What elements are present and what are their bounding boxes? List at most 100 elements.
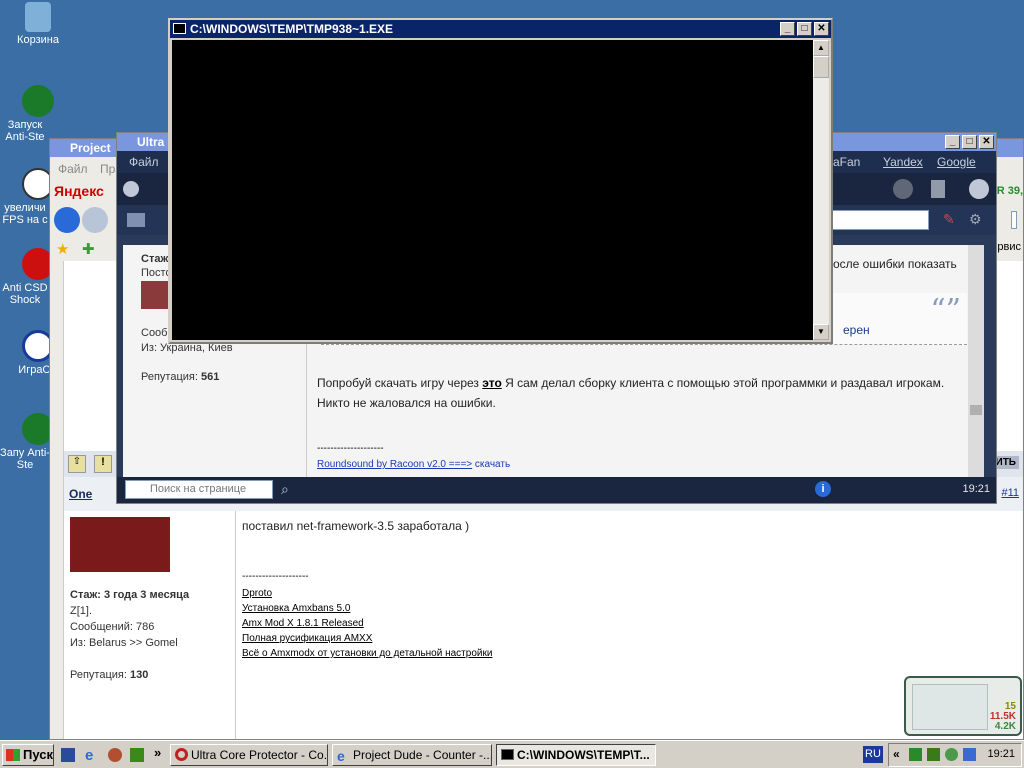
menu-item-yandex[interactable]: Yandex [883, 155, 923, 169]
console-titlebar[interactable]: C:\WINDOWS\TEMP\TMP938~1.EXE _ □ ✕ [170, 20, 831, 38]
menu-item-rafan[interactable]: raFan [829, 155, 860, 169]
tray-network-icon[interactable] [945, 748, 958, 761]
post-number[interactable]: #11 [1001, 487, 1019, 499]
recycle-bin-icon [25, 2, 51, 32]
ie-icon[interactable]: e [85, 747, 93, 764]
ucp-scrollbar[interactable] [968, 245, 984, 477]
history-icon[interactable] [969, 179, 989, 199]
sig-link[interactable]: Dproto [242, 586, 1012, 601]
scroll-down-button[interactable]: ▼ [813, 324, 829, 340]
task-project-dude[interactable]: e Project Dude - Counter -... [332, 744, 492, 766]
status-time: 19:21 [962, 483, 990, 495]
trash-icon[interactable] [931, 180, 945, 198]
start-label: Пуск [23, 747, 53, 762]
settings-icon[interactable]: ⚙ [969, 211, 982, 228]
ie-icon: e [337, 748, 345, 764]
clock[interactable]: 19:21 [987, 748, 1015, 760]
sig-link[interactable]: Полная русификация AMXX [242, 631, 1012, 646]
console-output[interactable] [172, 40, 813, 340]
reputation-label: Репутация: [70, 669, 127, 681]
save-icon[interactable] [61, 748, 75, 762]
forward-button[interactable] [82, 207, 108, 233]
system-tray: « 19:21 [888, 743, 1022, 767]
menu-item-google[interactable]: Google [937, 155, 976, 169]
console-scrollbar[interactable]: ▲ ▼ [813, 40, 829, 340]
desktop-icon-label: Запуск Anti-Ste [5, 119, 45, 143]
language-indicator[interactable]: RU [863, 746, 883, 763]
widget-graph [912, 684, 988, 730]
signature-link-2[interactable]: скачать [475, 459, 510, 470]
leaf-icon[interactable] [130, 748, 144, 762]
address-input[interactable] [1011, 211, 1017, 229]
quote-text-tail: ерен [843, 323, 870, 337]
desktop-icon-label: Anti CSD Shock [2, 282, 48, 306]
scroll-thumb[interactable] [970, 405, 982, 415]
half-life-icon [22, 85, 54, 117]
menu-item-file[interactable]: Файл [58, 162, 88, 176]
signature-separator: -------------------- [317, 443, 384, 454]
menu-item-file[interactable]: Файл [129, 155, 159, 169]
report-icon[interactable]: ! [94, 455, 112, 473]
page-icon [127, 213, 145, 227]
console-window: C:\WINDOWS\TEMP\TMP938~1.EXE _ □ ✕ ▲ ▼ [168, 18, 833, 344]
desktop-icon-anti-steam[interactable]: Запуск Anti-Ste [0, 85, 76, 143]
pin-icon[interactable]: ✎ [943, 211, 955, 228]
system-monitor-widget[interactable]: 15 11.5K 4.2K [904, 676, 1022, 736]
download-link[interactable]: это [482, 376, 502, 390]
tray-app-icon[interactable] [909, 748, 922, 761]
service-menu[interactable]: рвис [997, 241, 1021, 253]
signature-link[interactable]: Roundsound by Racoon v2.0 ===> [317, 459, 472, 470]
desktop-icon-label: Корзина [17, 34, 59, 46]
task-ultra-core[interactable]: Ultra Core Protector - Co... [170, 744, 328, 766]
ucp-statusbar: Поиск на странице ⌕ i 19:21 [117, 477, 996, 503]
back-button[interactable] [54, 207, 80, 233]
add-tab-icon[interactable] [123, 181, 139, 197]
search-icon[interactable]: ⌕ [281, 481, 289, 498]
avatar [70, 517, 170, 572]
task-label: Project Dude - Counter -... [353, 748, 492, 762]
cs-icon[interactable] [108, 748, 122, 762]
add-favorite-icon[interactable]: ✚ [82, 240, 95, 258]
scroll-top-icon[interactable]: ⇧ [68, 455, 86, 473]
sig-link[interactable]: Всё о Amxmodx от установки до детальной … [242, 646, 1012, 661]
minimize-button[interactable]: _ [945, 135, 960, 149]
opera-icon [175, 748, 188, 761]
more-icon[interactable]: » [154, 745, 161, 760]
maximize-button[interactable]: □ [962, 135, 977, 149]
scroll-thumb[interactable] [813, 56, 829, 78]
start-button[interactable]: Пуск [2, 744, 54, 766]
info-icon[interactable]: i [815, 481, 831, 497]
reputation-value: 561 [200, 371, 220, 383]
maximize-button[interactable]: □ [797, 22, 812, 36]
page-search-input[interactable]: Поиск на странице [125, 480, 273, 499]
tray-expand-icon[interactable]: « [893, 747, 900, 761]
sig-link[interactable]: Amx Mod X 1.8.1 Released [242, 616, 1012, 631]
task-label: Ultra Core Protector - Co... [191, 748, 328, 762]
desktop-icon-label: увеличи FPS на c [2, 202, 48, 226]
tray-monitor-icon[interactable] [963, 748, 976, 761]
close-button[interactable]: ✕ [814, 22, 829, 36]
post-text-tail: осле ошибки показать [833, 257, 957, 271]
minimize-button[interactable]: _ [780, 22, 795, 36]
profile-group: Z[1]. [70, 605, 93, 617]
desktop-icon-recycle-bin[interactable]: Корзина [0, 2, 76, 46]
page-search-placeholder: Поиск на странице [150, 483, 247, 495]
author-column: Стаж: 3 года 3 месяца Z[1]. Сообщений: 7… [64, 511, 236, 739]
close-button[interactable]: ✕ [979, 135, 994, 149]
signature-links: Dproto Установка Amxbans 5.0 Amx Mod X 1… [242, 586, 1012, 661]
profile-from: Из: Belarus >> Gomel [70, 637, 178, 649]
scroll-up-button[interactable]: ▲ [813, 40, 829, 56]
yandex-logo[interactable]: Яндекс [54, 183, 104, 199]
desktop-icon-label: Запу Anti-Ste [0, 447, 50, 471]
ucp-address-input[interactable] [829, 210, 929, 230]
favorites-icon[interactable] [893, 179, 913, 199]
post-author[interactable]: One [69, 487, 92, 501]
sig-link[interactable]: Установка Amxbans 5.0 [242, 601, 1012, 616]
widget-value-3: 4.2K [994, 721, 1016, 732]
star-icon[interactable]: ★ [56, 240, 69, 258]
task-console[interactable]: C:\WINDOWS\TEMP\T... [496, 744, 656, 766]
reputation-value: 130 [129, 669, 149, 681]
post-text: Попробуй скачать игру через это Я сам де… [317, 373, 957, 413]
tray-leaf-icon[interactable] [927, 748, 940, 761]
windows-logo-icon [6, 749, 20, 761]
